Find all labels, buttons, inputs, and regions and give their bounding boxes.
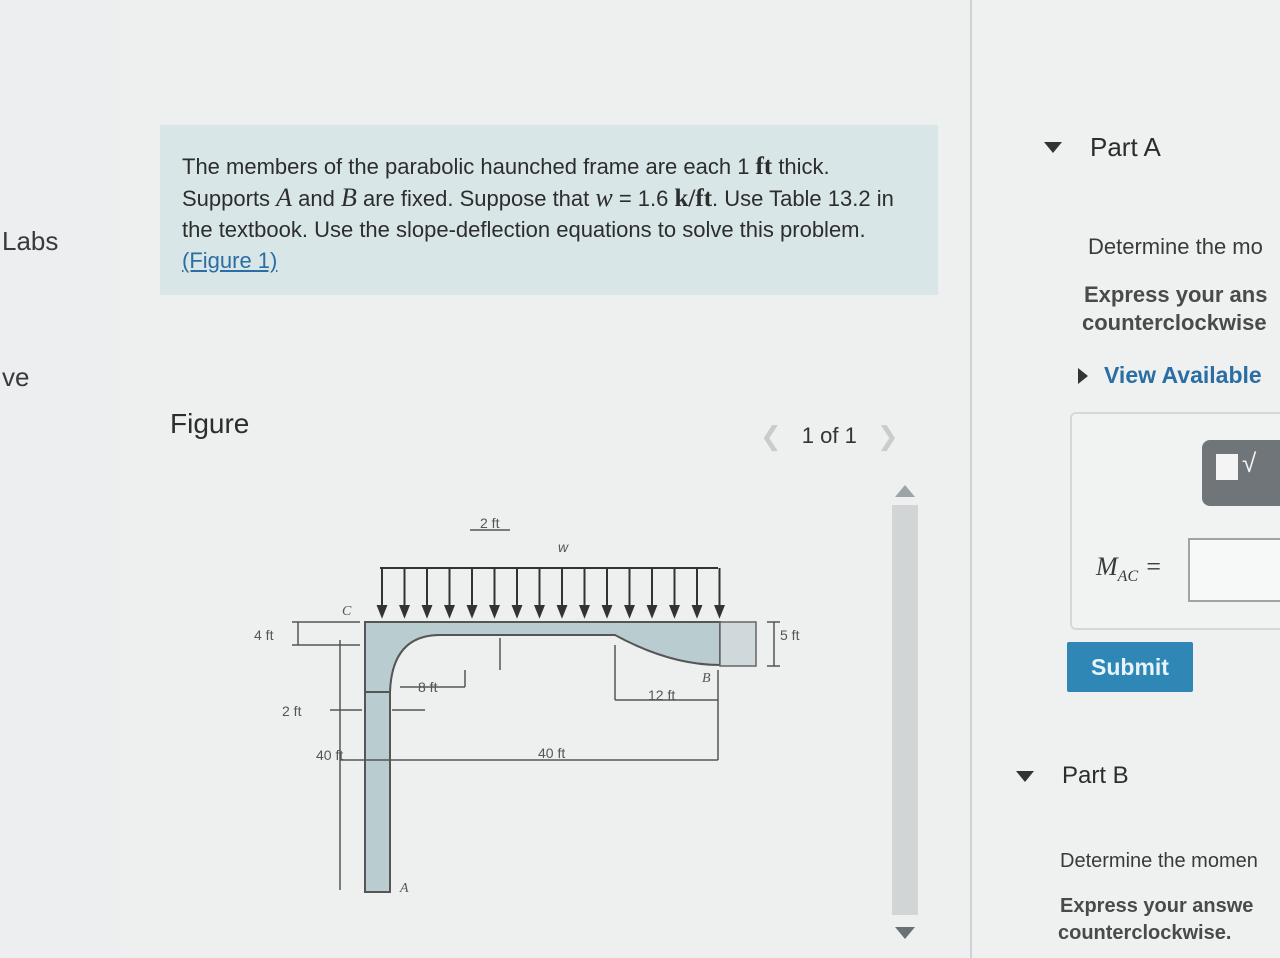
load-arrow-head — [489, 605, 500, 619]
label-haunch-right-len: 12 ft — [648, 687, 675, 703]
load-arrow-head — [534, 605, 545, 619]
label-c: C — [342, 604, 352, 619]
load-arrow-head — [421, 605, 433, 619]
figure-title: Figure — [170, 408, 250, 439]
unit-ft: ft — [755, 153, 773, 180]
left-nav: Labs ve — [0, 0, 120, 958]
load-arrow-head — [691, 605, 703, 619]
answer-label: MAC = — [1096, 552, 1162, 586]
problem-statement: The members of the parabolic haunched fr… — [160, 125, 938, 295]
answer-subscript: AC — [1117, 568, 1139, 586]
figure-link[interactable]: (Figure 1) — [182, 248, 277, 273]
label-b: B — [702, 671, 711, 686]
load-arrow-head — [511, 605, 523, 619]
load-arrow-head — [601, 605, 613, 619]
label-span: 40 ft — [538, 745, 565, 761]
label-left-haunch: 4 ft — [254, 627, 274, 643]
next-arrow-icon[interactable]: ❯ — [877, 421, 899, 452]
load-arrow-head — [399, 605, 410, 619]
sqrt-icon: √ — [1242, 448, 1257, 478]
label-col-width: 2 ft — [282, 703, 302, 719]
figure-scrollbar[interactable] — [890, 485, 920, 945]
problem-text: and — [292, 186, 341, 211]
load-arrows — [376, 567, 725, 619]
part-a-prompt: Determine the mo — [1088, 234, 1263, 259]
part-b-header[interactable]: Part B — [1016, 762, 1129, 790]
nav-item-ve[interactable]: ve — [2, 362, 29, 393]
load-arrow-head — [714, 605, 725, 619]
part-a-express-2: counterclockwise — [1082, 310, 1267, 335]
part-b-title: Part B — [1062, 762, 1129, 789]
prev-arrow-icon[interactable]: ❮ — [760, 421, 782, 452]
view-available-link[interactable]: View Available — [1078, 362, 1262, 389]
var-b: B — [341, 183, 357, 212]
support-b — [719, 621, 757, 667]
label-height: 40 ft — [316, 747, 343, 763]
template-box-icon — [1216, 454, 1238, 480]
label-a: A — [399, 881, 409, 896]
load-arrow-head — [669, 605, 680, 619]
part-b-express-2: counterclockwise. — [1058, 922, 1232, 944]
math-template-button[interactable]: √ — [1202, 440, 1280, 506]
nav-item-labs[interactable]: Labs — [2, 226, 58, 257]
unit-kft: k/ft — [674, 185, 713, 212]
var-w: w — [595, 183, 613, 212]
load-arrow-head — [376, 605, 388, 619]
load-arrow-head — [556, 605, 568, 619]
label-top-width: 2 ft — [480, 515, 500, 531]
caret-down-icon — [1016, 770, 1034, 782]
part-a-express: Express your ans — [1084, 282, 1268, 307]
view-available-label: View Available — [1104, 362, 1262, 388]
part-b-prompt: Determine the momen — [1060, 850, 1258, 872]
caret-down-icon — [1044, 142, 1062, 153]
load-arrow-head — [579, 605, 590, 619]
mac-input[interactable] — [1188, 538, 1280, 602]
var-a: A — [276, 183, 293, 212]
label-haunch-left-len: 8 ft — [418, 679, 438, 695]
load-arrow-head — [466, 605, 478, 619]
answer-symbol: M — [1096, 552, 1118, 581]
scroll-down-icon[interactable] — [895, 927, 915, 939]
problem-text: are fixed. Suppose that — [356, 186, 596, 211]
caret-right-icon — [1078, 367, 1088, 384]
load-arrow-head — [624, 605, 635, 619]
part-b-express: Express your answe — [1060, 895, 1254, 917]
answer-equals: = — [1138, 552, 1163, 581]
submit-button[interactable]: Submit — [1067, 642, 1193, 692]
label-load-w: w — [558, 539, 569, 555]
label-right-haunch: 5 ft — [780, 627, 800, 643]
frame-diagram: 2 ft w C 4 ft 5 ft 8 ft 12 ft B 2 ft 40 … — [254, 515, 800, 896]
scroll-up-icon[interactable] — [895, 485, 915, 497]
scroll-track[interactable] — [892, 505, 918, 915]
problem-text: The members of the parabolic haunched fr… — [182, 154, 756, 179]
part-a-title: Part A — [1090, 132, 1161, 162]
pager-count: 1 of 1 — [801, 423, 857, 448]
load-arrow-head — [444, 605, 455, 619]
problem-text: = 1.6 — [612, 186, 675, 211]
frame-column — [364, 691, 391, 893]
part-a-header[interactable]: Part A — [1044, 132, 1161, 163]
figure-pager: ❮ 1 of 1 ❯ — [760, 420, 899, 452]
load-arrow-head — [646, 605, 658, 619]
